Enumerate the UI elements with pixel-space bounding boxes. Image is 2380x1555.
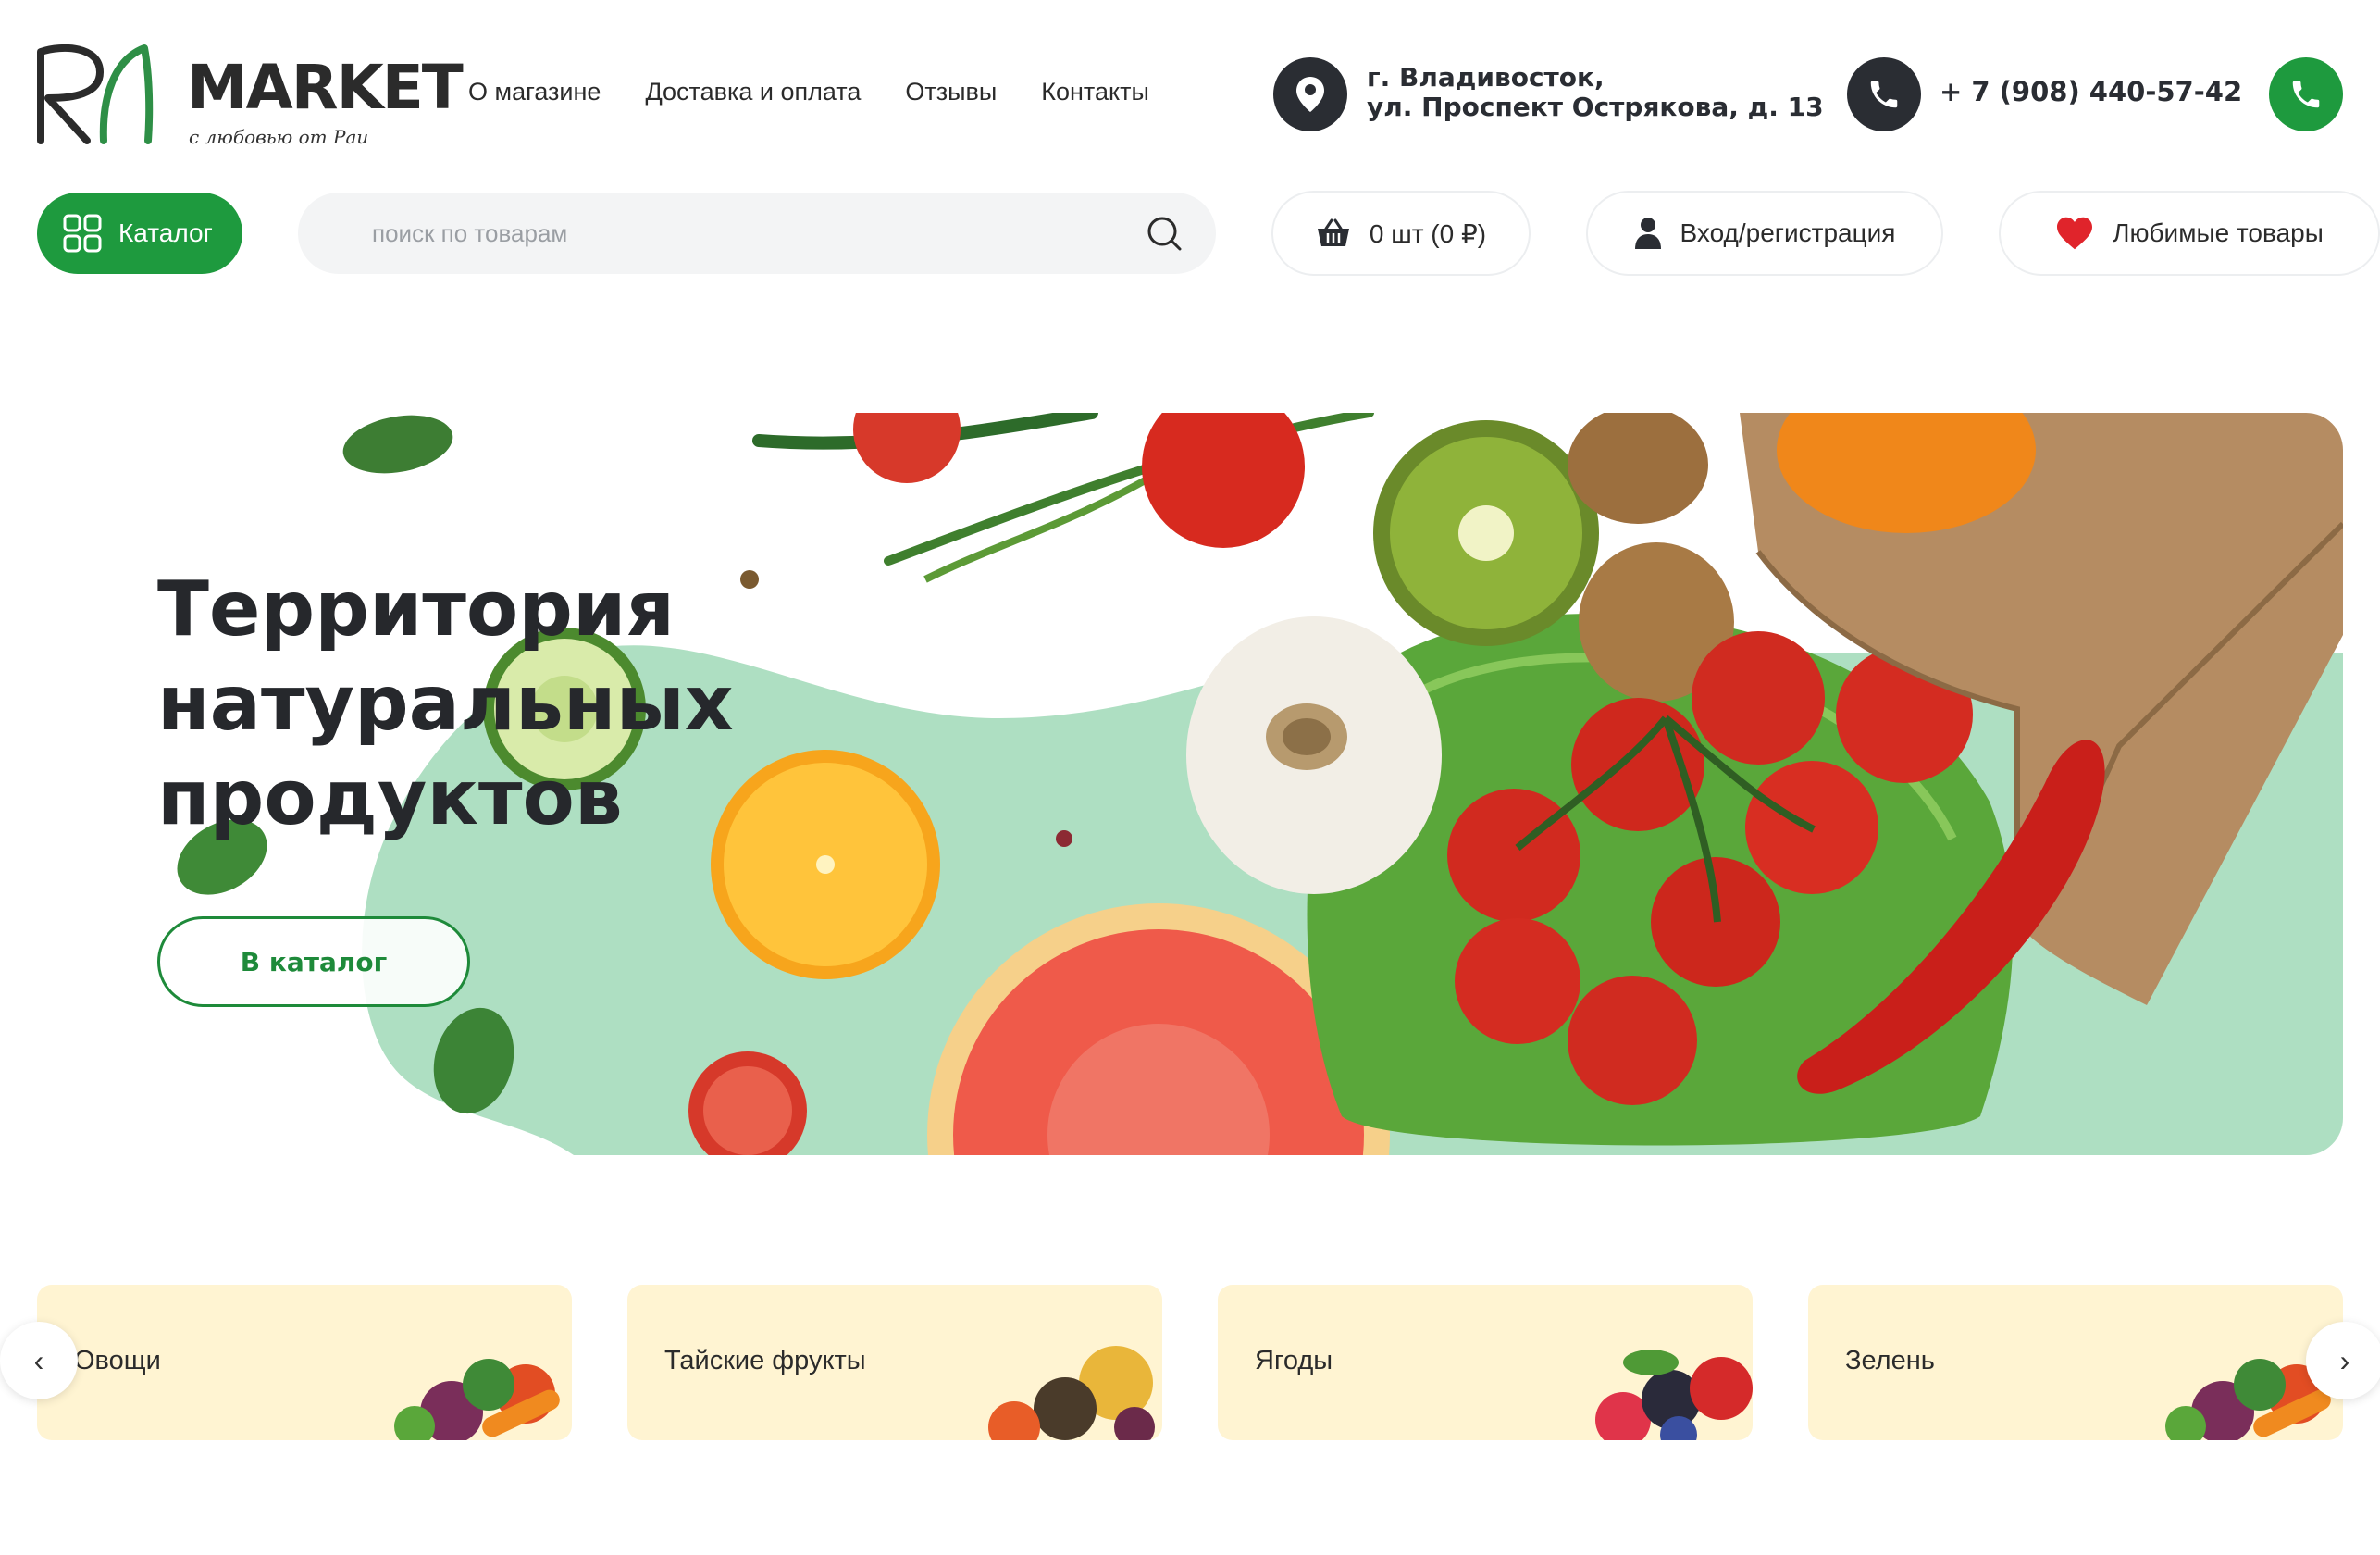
catalog-button-label: Каталог (118, 218, 213, 247)
category-card-greens[interactable]: Зелень (1808, 1285, 2343, 1440)
carousel-next-button[interactable]: › (2306, 1322, 2380, 1400)
address-line-city: г. Владивосток, (1367, 62, 1605, 93)
cart-button[interactable]: 0 шт (0 ₽) (1271, 191, 1531, 276)
nav-link-delivery[interactable]: Доставка и оплата (645, 78, 861, 106)
hero-title: Территория натуральных продуктов (157, 566, 734, 842)
location-pin-icon (1273, 57, 1347, 131)
phone-icon (1847, 57, 1921, 131)
phone-number[interactable]: + 7 (908) 440-57-42 (1940, 76, 2242, 107)
thai-fruits-image (988, 1346, 1155, 1440)
logo-wordmark: MARKET (187, 52, 464, 123)
address-line-street: ул. Проспект Острякова, д. 13 (1367, 92, 1824, 122)
call-button[interactable] (2269, 57, 2343, 131)
favorites-button[interactable]: Любимые товары (1999, 191, 2380, 276)
nav-link-reviews[interactable]: Отзывы (905, 78, 997, 106)
category-label: Зелень (1845, 1346, 1935, 1375)
category-label: Овощи (74, 1346, 161, 1375)
carousel-prev-button[interactable]: ‹ (0, 1322, 78, 1400)
category-card-vegetables[interactable]: Овощи (37, 1285, 572, 1440)
cart-summary: 0 шт (0 ₽) (1369, 218, 1487, 248)
hero-banner: Территория натуральных продуктов В катал… (0, 413, 2343, 1155)
vegetables-image (394, 1359, 560, 1440)
favorites-label: Любимые товары (2113, 218, 2324, 247)
site-logo[interactable]: MARKET с любовью от Раи (35, 41, 464, 152)
logo-mark (37, 44, 154, 144)
call-phone-icon (2292, 81, 2320, 108)
basket-icon (1317, 218, 1349, 246)
user-icon (1634, 218, 1661, 249)
main-nav: О магазине Доставка и оплата Отзывы Конт… (468, 78, 1149, 106)
hero-catalog-button[interactable]: В каталог (157, 916, 470, 1007)
heart-icon (2057, 217, 2093, 250)
login-label: Вход/регистрация (1680, 218, 1896, 247)
catalog-button[interactable]: Каталог (37, 193, 242, 274)
category-card-berries[interactable]: Ягоды (1218, 1285, 1753, 1440)
store-address: г. Владивосток, ул. Проспект Острякова, … (1367, 63, 1824, 122)
login-button[interactable]: Вход/регистрация (1586, 191, 1943, 276)
category-label: Ягоды (1255, 1346, 1333, 1375)
category-label: Тайские фрукты (664, 1346, 866, 1375)
search-bar (298, 193, 1216, 274)
search-input[interactable] (372, 193, 1094, 274)
grid-icon (63, 214, 102, 253)
logo-tagline: с любовью от Раи (189, 126, 369, 148)
search-icon[interactable] (1146, 215, 1183, 252)
nav-link-about[interactable]: О магазине (468, 78, 601, 106)
berries-image (1595, 1350, 1753, 1440)
nav-link-contacts[interactable]: Контакты (1041, 78, 1149, 106)
category-card-thai-fruits[interactable]: Тайские фрукты (627, 1285, 1162, 1440)
